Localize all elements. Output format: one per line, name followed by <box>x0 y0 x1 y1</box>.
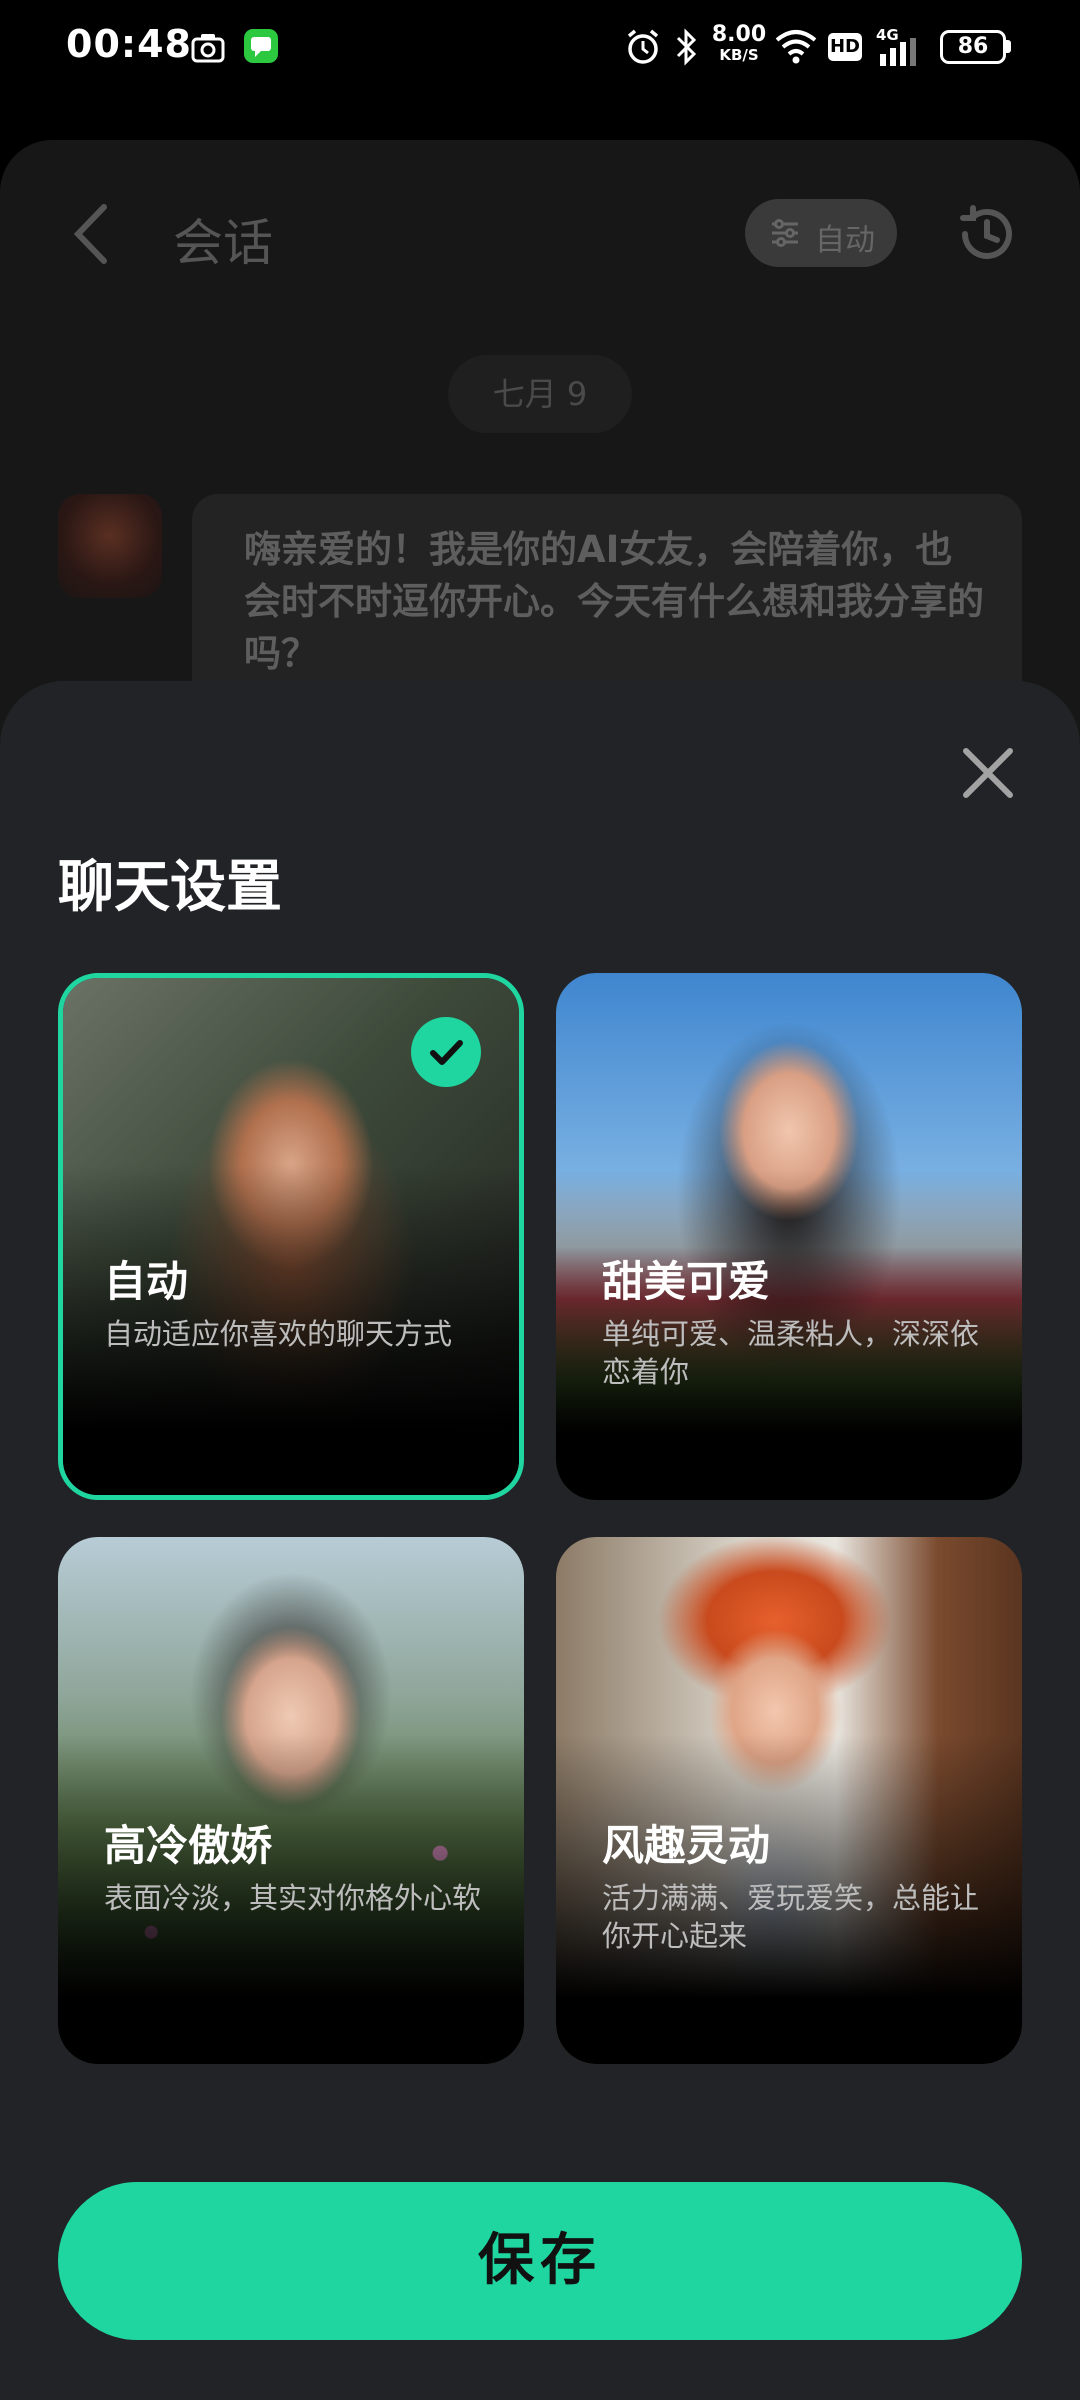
persona-card-auto[interactable]: 自动 自动适应你喜欢的聊天方式 <box>58 973 524 1500</box>
alarm-icon <box>627 29 659 64</box>
close-icon[interactable] <box>960 745 1016 801</box>
bluetooth-icon <box>676 28 697 66</box>
chat-title: 会话 <box>173 214 273 272</box>
status-bar: 00:48 8.00 KB/S HD 4G 86 <box>0 0 1080 96</box>
sliders-icon <box>772 219 798 247</box>
persona-card-playful[interactable]: 风趣灵动 活力满满、爱玩爱笑，总能让你开心起来 <box>556 1537 1022 2064</box>
sheet-title: 聊天设置 <box>58 855 282 920</box>
camera-icon <box>191 34 225 63</box>
cell-signal: 4G <box>876 26 920 66</box>
hd-badge: HD <box>828 33 862 61</box>
wifi-icon <box>775 30 817 64</box>
date-chip: 七月 9 <box>448 355 632 433</box>
mode-pill-label: 自动 <box>815 223 875 258</box>
avatar <box>58 494 162 598</box>
signal-bars-icon <box>880 38 916 66</box>
history-icon[interactable] <box>955 202 1019 266</box>
mode-pill-button[interactable]: 自动 <box>745 199 897 267</box>
status-time: 00:48 <box>66 22 192 66</box>
chat-message-text: 嗨亲爱的！我是你的AI女友，会陪着你，也会时不时逗你开心。今天有什么想和我分享的… <box>244 528 984 675</box>
persona-card-sweet[interactable]: 甜美可爱 单纯可爱、温柔粘人，深深依恋着你 <box>556 973 1022 1500</box>
persona-card-cool[interactable]: 高冷傲娇 表面冷淡，其实对你格外心软 <box>58 1537 524 2064</box>
network-speed: 8.00 KB/S <box>711 22 767 64</box>
save-button[interactable]: 保存 <box>58 2182 1022 2340</box>
back-arrow-icon[interactable] <box>70 203 110 265</box>
persona-desc: 活力满满、爱玩爱笑，总能让你开心起来 <box>602 1881 980 1953</box>
selected-check-icon <box>411 1017 481 1087</box>
persona-name: 甜美可爱 <box>602 1257 771 1306</box>
persona-desc: 自动适应你喜欢的聊天方式 <box>104 1317 453 1351</box>
battery-indicator: 86 <box>940 30 1006 64</box>
persona-desc: 单纯可爱、温柔粘人，深深依恋着你 <box>602 1317 980 1389</box>
persona-name: 高冷傲娇 <box>104 1821 273 1870</box>
persona-name: 自动 <box>104 1257 189 1306</box>
message-app-icon <box>244 29 278 63</box>
battery-tip <box>1006 40 1011 53</box>
persona-name: 风趣灵动 <box>602 1821 771 1870</box>
persona-desc: 表面冷淡，其实对你格外心软 <box>104 1881 482 1915</box>
